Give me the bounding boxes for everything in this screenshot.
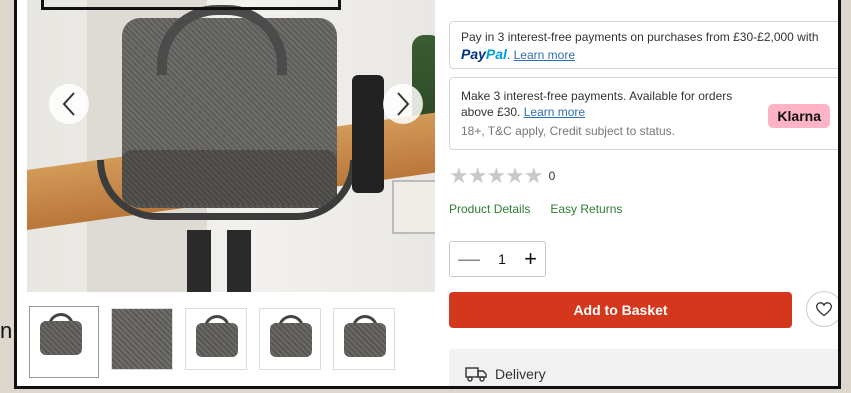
paypal-card: Pay in 3 interest-free payments on purch… xyxy=(449,21,838,69)
bottle-decor xyxy=(352,75,384,193)
cropped-side-text: n xyxy=(0,318,13,343)
heart-icon xyxy=(816,301,832,316)
thumbnail-4[interactable] xyxy=(259,308,321,370)
klarna-line-2-prefix: above £30. xyxy=(461,105,521,119)
increase-quantity-button[interactable]: + xyxy=(524,246,537,272)
table-leg xyxy=(187,230,211,292)
paypal-text: Pay in 3 interest-free payments on purch… xyxy=(461,30,819,44)
add-to-basket-button[interactable]: Add to Basket xyxy=(449,292,792,328)
paypal-dot: . xyxy=(506,48,511,62)
rating-stars: ★★★★★ xyxy=(449,163,544,188)
quantity-stepper: — 1 + xyxy=(449,241,546,277)
rating[interactable]: ★★★★★ 0 xyxy=(449,163,555,189)
quantity-value[interactable]: 1 xyxy=(498,251,506,267)
rating-count: 0 xyxy=(548,169,556,183)
thumbnail-bag xyxy=(40,321,82,355)
thumbnail-bag xyxy=(196,323,238,357)
klarna-card: Make 3 interest-free payments. Available… xyxy=(449,77,838,150)
thumbnail-bag xyxy=(344,323,386,357)
decrease-quantity-button[interactable]: — xyxy=(458,246,480,272)
chevron-right-icon xyxy=(397,92,410,116)
paypal-learn-more-link[interactable]: Learn more xyxy=(514,48,575,62)
books-decor xyxy=(392,180,435,234)
paypal-logo-pay: Pay xyxy=(461,46,486,62)
paypal-logo: PayPal xyxy=(461,46,507,62)
next-image-button[interactable] xyxy=(383,84,423,124)
delivery-section[interactable]: Delivery xyxy=(449,349,838,386)
wishlist-button[interactable] xyxy=(806,291,838,327)
thumbnail-bag xyxy=(270,323,312,357)
top-overlay-frame xyxy=(41,0,341,10)
easy-returns-link[interactable]: Easy Returns xyxy=(550,202,622,216)
product-page: Pay in 3 interest-free payments on purch… xyxy=(14,0,841,389)
previous-image-button[interactable] xyxy=(49,84,89,124)
thumbnail-1[interactable] xyxy=(29,306,99,378)
main-product-image[interactable] xyxy=(27,0,435,292)
chevron-left-icon xyxy=(62,92,75,116)
klarna-line-1: Make 3 interest-free payments. Available… xyxy=(461,89,733,103)
delivery-label: Delivery xyxy=(495,366,546,382)
truck-icon xyxy=(465,367,487,382)
klarna-badge: Klarna xyxy=(768,104,830,128)
paypal-logo-pal: Pal xyxy=(485,46,507,62)
table-leg xyxy=(227,230,251,292)
thumbnail-strip xyxy=(29,306,395,378)
thumbnail-5[interactable] xyxy=(333,308,395,370)
thumbnail-3[interactable] xyxy=(185,308,247,370)
bag-strap xyxy=(97,160,357,220)
product-links: Product Details Easy Returns xyxy=(449,202,622,216)
klarna-learn-more-link[interactable]: Learn more xyxy=(524,105,585,119)
thumbnail-2[interactable] xyxy=(111,308,173,370)
product-details-link[interactable]: Product Details xyxy=(449,202,530,216)
